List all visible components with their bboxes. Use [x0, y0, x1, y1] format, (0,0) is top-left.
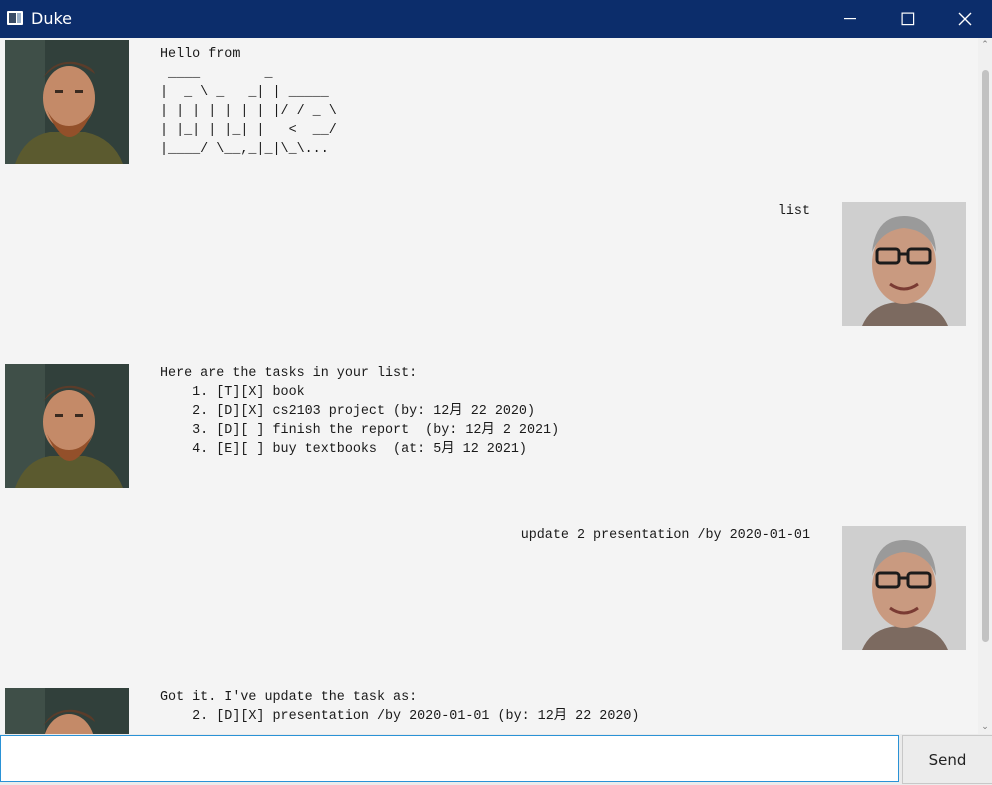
- input-bar: Send: [0, 734, 992, 785]
- minimize-button[interactable]: [821, 0, 879, 38]
- duke-message-text: Got it. I've update the task as: 2. [D][…: [160, 690, 640, 724]
- chat-scrollbar[interactable]: ⌃ ⌄: [978, 38, 992, 734]
- app-icon: [7, 11, 23, 25]
- scroll-up-arrow-icon[interactable]: ⌃: [978, 38, 992, 52]
- minimize-icon: [844, 18, 856, 20]
- user-message-text: update 2 presentation /by 2020-01-01: [520, 528, 810, 543]
- close-button[interactable]: [937, 0, 992, 38]
- user-avatar: [842, 202, 966, 326]
- duke-message-text: Hello from ____ _ | _ \ _ _| | _____ | |…: [160, 47, 337, 157]
- window-title: Duke: [31, 9, 72, 28]
- user-message-text: list: [777, 204, 810, 219]
- duke-message-text: Here are the tasks in your list: 1. [T][…: [160, 366, 560, 457]
- duke-avatar: [5, 688, 129, 734]
- duke-avatar: [5, 40, 129, 164]
- duke-avatar: [5, 364, 129, 488]
- dialog-container: Hello from ____ _ | _ \ _ _| | _____ | |…: [0, 38, 978, 734]
- send-button[interactable]: Send: [902, 735, 992, 784]
- user-avatar: [842, 526, 966, 650]
- maximize-icon: [901, 12, 915, 26]
- scroll-down-arrow-icon[interactable]: ⌄: [978, 720, 992, 734]
- title-bar: Duke: [0, 0, 992, 38]
- message-input[interactable]: [0, 735, 899, 782]
- close-icon: [958, 12, 971, 26]
- maximize-button[interactable]: [879, 0, 937, 38]
- scroll-thumb[interactable]: [982, 70, 989, 642]
